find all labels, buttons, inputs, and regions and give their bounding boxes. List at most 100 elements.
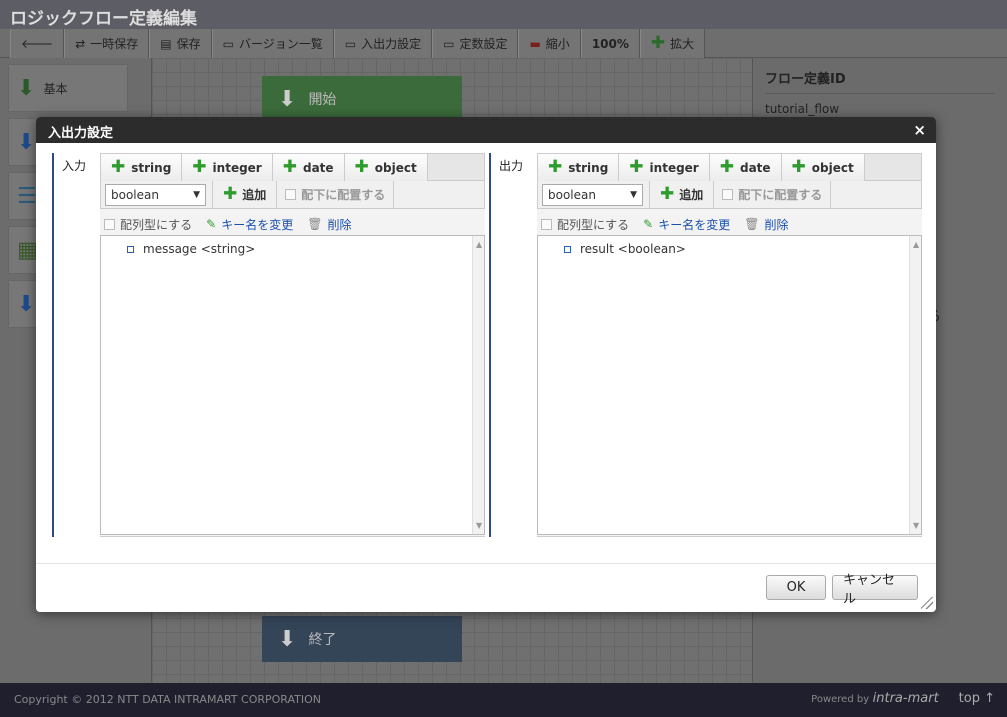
arrow-icon: ⬇ [17, 129, 36, 155]
input-delete-button[interactable]: 🗑 削除 [307, 216, 351, 233]
output-tree-scrollbar[interactable]: ▲ ▼ [909, 236, 921, 534]
plus-icon: ✚ [650, 33, 666, 53]
dialog-title: 入出力設定 [48, 126, 114, 141]
plus-icon: ✚ [282, 157, 297, 177]
zoom-out-button[interactable]: ▬ 縮小 [518, 29, 581, 58]
plus-icon: ✚ [548, 157, 563, 177]
zoom-level: 100% [580, 29, 640, 58]
page-title: ロジックフロー定義編集 [0, 0, 1007, 29]
output-type-select[interactable]: boolean ▼ [542, 183, 643, 206]
input-panel: 入力 ✚ string ✚ integer ✚ date ✚ object boolea… [52, 153, 485, 537]
scroll-down-icon[interactable]: ▼ [476, 521, 482, 530]
input-add-date-button[interactable]: ✚ date [272, 154, 345, 181]
input-add-integer-button[interactable]: ✚ integer [182, 154, 273, 181]
checkbox-icon [285, 189, 297, 200]
start-node[interactable]: ⬇ 開始 [262, 76, 462, 122]
top-link[interactable]: top ↑ [959, 691, 995, 706]
dialog-body: 入力 ✚ string ✚ integer ✚ date ✚ object boolea… [52, 153, 924, 537]
plus-icon: ✚ [192, 157, 207, 177]
minus-icon: ▬ [529, 36, 541, 51]
arrow-left-icon: 🡐 [21, 37, 54, 51]
output-add-string-button[interactable]: ✚ string [538, 154, 620, 181]
palette-item-basic[interactable]: ⬇ 基本 [8, 64, 128, 112]
end-node[interactable]: ⬇ 終了 [262, 616, 462, 662]
scroll-up-icon[interactable]: ▲ [913, 240, 919, 249]
checkbox-icon [722, 189, 734, 200]
save-icon: ▤ [160, 36, 172, 51]
input-add-object-button[interactable]: ✚ object [344, 154, 428, 181]
brand-logo: intra-mart [872, 691, 939, 706]
cancel-button[interactable]: キャンセル [832, 573, 918, 607]
output-add-button[interactable]: ✚ 追加 [649, 181, 715, 208]
pencil-icon: ✎ [643, 217, 654, 231]
scroll-down-icon[interactable]: ▼ [913, 521, 919, 530]
input-add-string-button[interactable]: ✚ string [101, 154, 183, 181]
window-icon: ▭ [344, 36, 357, 51]
output-type-tabs: ✚ string ✚ integer ✚ date ✚ object [537, 153, 922, 181]
flow-id-label: フロー定義ID [765, 68, 995, 94]
input-tree[interactable]: message <string> ▲ ▼ [100, 235, 485, 535]
io-settings-dialog: 入出力設定 × 入力 ✚ string ✚ integer ✚ date ✚ objec… [36, 117, 936, 612]
node-icon [564, 245, 571, 253]
const-settings-button[interactable]: ▭ 定数設定 [432, 29, 519, 58]
tree-item[interactable]: message <string> [127, 242, 255, 256]
plus-icon: ✚ [111, 157, 126, 177]
output-delete-button[interactable]: 🗑 削除 [744, 216, 788, 233]
input-child-checkbox[interactable]: 配下に配置する [277, 181, 395, 208]
close-icon[interactable]: × [913, 121, 926, 139]
checkbox-icon [104, 218, 115, 230]
powered-by: Powered by [811, 694, 870, 705]
ok-button[interactable]: OK [766, 575, 826, 600]
zoom-in-button[interactable]: ✚ 拡大 [639, 29, 706, 58]
tree-item[interactable]: result <boolean> [564, 242, 686, 256]
plus-icon: ✚ [719, 157, 734, 177]
resize-grip-icon[interactable] [921, 597, 933, 609]
output-label: 出力 [499, 159, 524, 173]
input-array-checkbox[interactable]: 配列型にする [104, 216, 192, 233]
output-child-checkbox[interactable]: 配下に配置する [714, 181, 832, 208]
plus-icon: ✚ [223, 184, 238, 204]
arrow-icon: ⬇ [17, 291, 36, 317]
database-icon: ☰ [17, 183, 37, 209]
dialog-footer: OK キャンセル [766, 573, 918, 607]
input-type-select[interactable]: boolean ▼ [105, 183, 206, 206]
window-icon: ▭ [443, 36, 455, 51]
output-add-integer-button[interactable]: ✚ integer [619, 154, 710, 181]
temp-save-button[interactable]: ⇄ 一時保存 [64, 29, 150, 58]
dropdown-arrow-icon: ▼ [630, 189, 637, 200]
output-panel: 出力 ✚ string ✚ integer ✚ date ✚ object boolea… [489, 153, 922, 537]
input-label: 入力 [62, 159, 87, 173]
toolbar: 🡐 ⇄ 一時保存 ▤ 保存 ▭ バージョン一覧 ▭ 入出力設定 ▭ 定数設定 ▬ 縮小 10… [0, 29, 1007, 58]
node-icon [127, 245, 134, 253]
output-rename-button[interactable]: ✎ キー名を変更 [643, 216, 730, 233]
end-icon: ⬇ [278, 626, 297, 652]
input-rename-button[interactable]: ✎ キー名を変更 [206, 216, 293, 233]
arrow-down-icon: ⬇ [17, 75, 36, 101]
scroll-up-icon[interactable]: ▲ [476, 240, 482, 249]
output-tree[interactable]: result <boolean> ▲ ▼ [537, 235, 922, 535]
output-add-object-button[interactable]: ✚ object [781, 154, 865, 181]
output-array-checkbox[interactable]: 配列型にする [541, 216, 629, 233]
start-icon: ⬇ [278, 86, 297, 112]
pencil-icon: ✎ [206, 217, 217, 231]
dropdown-arrow-icon: ▼ [193, 189, 200, 200]
flow-id-value: tutorial_flow [765, 102, 840, 116]
back-button[interactable]: 🡐 [10, 29, 65, 58]
trash-icon: 🗑 [307, 217, 323, 231]
plus-icon: ✚ [629, 157, 644, 177]
plus-icon: ✚ [660, 184, 675, 204]
dialog-divider [36, 563, 936, 564]
input-add-button[interactable]: ✚ 追加 [212, 181, 278, 208]
save-button[interactable]: ▤ 保存 [149, 29, 212, 58]
input-tree-scrollbar[interactable]: ▲ ▼ [472, 236, 484, 534]
dialog-header: 入出力設定 × [36, 117, 936, 143]
output-add-date-button[interactable]: ✚ date [709, 154, 782, 181]
temp-save-icon: ⇄ [75, 36, 86, 51]
plus-icon: ✚ [791, 157, 806, 177]
io-settings-button[interactable]: ▭ 入出力設定 [333, 29, 433, 58]
copyright: Copyright © 2012 NTT DATA INTRAMART CORP… [14, 693, 322, 706]
version-list-button[interactable]: ▭ バージョン一覧 [211, 29, 334, 58]
plus-icon: ✚ [354, 157, 369, 177]
footer: Copyright © 2012 NTT DATA INTRAMART CORP… [0, 683, 1007, 717]
trash-icon: 🗑 [744, 217, 760, 231]
